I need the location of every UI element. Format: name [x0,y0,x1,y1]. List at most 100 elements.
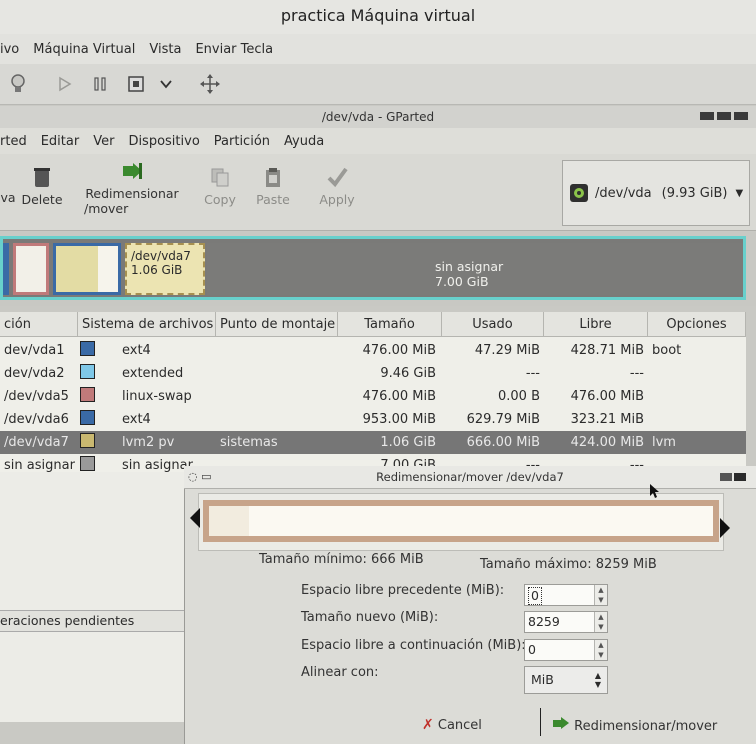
col-partition[interactable]: ción [0,312,78,337]
spinner-arrows-icon[interactable]: ▲ ▼ [594,585,607,605]
new-button[interactable]: va [0,190,16,205]
partition-table: ción Sistema de archivos Punto de montaj… [0,312,746,473]
col-filesystem[interactable]: Sistema de archivos [78,312,216,337]
device-name: /dev/vda [595,185,652,201]
free-after-value: 0 [528,642,536,657]
table-row[interactable]: /dev/vda7 lvm2 pv sistemas 1.06 GiB 666.00 M… [0,431,746,454]
graph-segment-unallocated[interactable]: sin asignar 7.00 GiB [207,243,743,295]
new-size-label: Tamaño nuevo (MiB): [301,610,439,625]
cell-part: dev/vda2 [4,366,65,381]
graph-segment-vda1[interactable] [3,243,9,295]
cell-flags: lvm [652,435,676,450]
resize-handle-left-icon[interactable] [190,508,200,528]
vm-title-text: practica Máquina virtual [280,6,476,25]
filesystem-color-icon [80,339,98,362]
table-row[interactable]: dev/vda1 ext4 476.00 MiB 47.29 MiB 428.71 Mi… [0,339,746,362]
col-used[interactable]: Usado [442,312,544,337]
paste-button[interactable]: Paste [252,166,294,207]
resize-label-line1: Redimensionar [85,186,179,201]
vm-window-title: practica Máquina virtual [0,0,756,34]
col-mountpoint[interactable]: Punto de montaje [216,312,338,337]
vm-menu-archivo[interactable]: ivo [0,42,19,57]
resize-move-label: Redimensionar/mover [574,719,718,734]
menu-ayuda[interactable]: Ayuda [284,134,324,149]
menu-editar[interactable]: Editar [41,134,80,149]
graph-unalloc-name: sin asignar [435,259,504,274]
cell-size: 1.06 GiB [380,435,436,450]
free-before-label: Espacio libre precedente (MiB): [301,583,505,598]
resize-move-confirm-button[interactable]: Redimensionar/mover [552,712,717,742]
cell-free: 323.21 MiB [570,412,644,427]
device-selector[interactable]: /dev/vda (9.93 GiB) ▼ [562,160,750,226]
filesystem-color-icon [80,431,98,454]
stop-icon[interactable] [124,72,148,96]
menu-ver[interactable]: Ver [93,134,114,149]
close-icon[interactable] [734,112,748,120]
button-separator [540,708,541,736]
spinner-arrows-icon[interactable]: ▲ ▼ [594,640,607,660]
lightbulb-icon[interactable] [6,72,30,96]
move-arrows-icon[interactable] [198,72,222,96]
cell-size: 953.00 MiB [362,412,436,427]
cell-mount [220,339,336,362]
col-free[interactable]: Libre [544,312,648,337]
resize-move-button[interactable]: Redimensionar /mover [84,160,180,216]
graph-segment-vda7[interactable]: /dev/vda7 1.06 GiB [125,243,205,295]
dialog-button-row: ✗ Cancel Redimensionar/mover [184,704,756,744]
cancel-button[interactable]: ✗ Cancel [422,710,482,740]
cell-flags [652,408,742,431]
resize-bar-free [249,506,713,536]
minimize-icon[interactable] [700,112,714,120]
filesystem-color-icon [80,408,98,431]
play-icon[interactable] [52,72,76,96]
cell-size: 476.00 MiB [362,389,436,404]
table-row[interactable]: dev/vda2 extended 9.46 GiB --- --- [0,362,746,385]
col-size[interactable]: Tamaño [338,312,442,337]
copy-button[interactable]: Copy [200,166,240,207]
cancel-label: Cancel [437,718,482,733]
vm-menu-enviar-tecla[interactable]: Enviar Tecla [195,42,273,57]
left-pane [0,472,184,722]
maximize-icon[interactable] [717,112,731,120]
cell-free: --- [629,366,644,381]
cell-used: 666.00 MiB [466,435,540,450]
table-row[interactable]: /dev/vda5 linux-swap 476.00 MiB 0.00 B 476.0… [0,385,746,408]
resize-bar-partition[interactable] [203,500,719,542]
col-flags[interactable]: Opciones [648,312,746,337]
chevron-down-icon[interactable] [154,72,178,96]
spinner-arrows-icon[interactable]: ▲ ▼ [594,612,607,632]
vm-toolbar [0,64,756,105]
menu-gparted[interactable]: rted [0,134,27,149]
menu-particion[interactable]: Partición [214,134,270,149]
cell-free: 476.00 MiB [570,389,644,404]
graph-segment-vda5[interactable] [13,243,49,295]
menu-dispositivo[interactable]: Dispositivo [128,134,199,149]
resize-dialog-titlebar: ◌ ▭ Redimensionar/mover /dev/vda7 [184,466,756,489]
cancel-x-icon: ✗ [422,717,434,733]
resize-dialog-title: Redimensionar/mover /dev/vda7 [376,470,564,484]
free-after-label: Espacio libre a continuación (MiB): [301,638,526,653]
dialog-close-icon[interactable] [734,473,746,481]
table-row[interactable]: /dev/vda6 ext4 953.00 MiB 629.79 MiB 323.21 … [0,408,746,431]
cell-fs: lvm2 pv [122,435,175,450]
min-size-label: Tamaño mínimo: 666 MiB [259,552,424,567]
apply-button[interactable]: Apply [316,166,358,207]
align-select[interactable]: MiB ▲ ▼ [524,666,608,694]
resize-label-line2: /mover [84,201,129,216]
graph-unalloc-size: 7.00 GiB [435,274,489,289]
free-before-spinner[interactable]: 0 ▲ ▼ [524,584,608,606]
dialog-minimize-icon[interactable] [720,473,732,481]
delete-button[interactable]: Delete [20,166,64,207]
free-after-spinner[interactable]: 0 ▲ ▼ [524,639,608,661]
vm-menu-vista[interactable]: Vista [149,42,181,57]
cell-mount [220,362,336,385]
vm-menu-maquina-virtual[interactable]: Máquina Virtual [33,42,135,57]
graph-segment-vda6[interactable] [53,243,121,295]
max-size-label: Tamaño máximo: 8259 MiB [480,557,657,572]
pause-icon[interactable] [88,72,112,96]
new-size-value: 8259 [528,614,560,629]
pending-operations-header: eraciones pendientes [0,610,184,632]
cell-part: /dev/vda5 [4,389,69,404]
new-size-spinner[interactable]: 8259 ▲ ▼ [524,611,608,633]
resize-handle-right-icon[interactable] [720,518,730,538]
